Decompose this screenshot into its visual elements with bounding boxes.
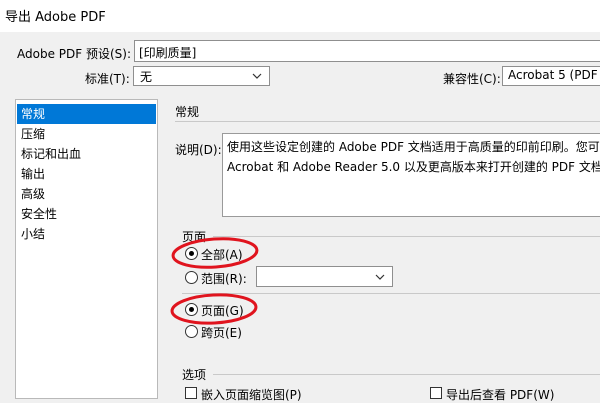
description-label: 说明(D): [175, 143, 222, 157]
chevron-down-icon [375, 274, 385, 280]
general-divider [175, 121, 600, 122]
pages-all-radio[interactable] [185, 247, 198, 260]
category-sidebar: 常规 压缩 标记和出血 输出 高级 安全性 小结 [15, 99, 158, 399]
standard-label: 标准(T): [85, 72, 130, 86]
standard-value: 无 [140, 70, 153, 84]
sidebar-item-summary[interactable]: 小结 [17, 224, 156, 244]
compat-value: Acrobat 5 (PDF [508, 68, 598, 82]
pages-separator [182, 293, 600, 294]
pages-all-label[interactable]: 全部(A) [201, 246, 243, 263]
options-heading: 选项 [182, 368, 207, 382]
standard-select[interactable]: 无 [133, 66, 270, 86]
embed-thumbnails-checkbox[interactable] [185, 387, 197, 399]
spreads-radio[interactable] [185, 325, 198, 338]
sidebar-item-marks-bleeds[interactable]: 标记和出血 [17, 144, 156, 164]
sidebar-item-advanced[interactable]: 高级 [17, 184, 156, 204]
view-after-export-label[interactable]: 导出后查看 PDF(W) [446, 386, 554, 403]
preset-value: [印刷质量] [139, 46, 197, 60]
description-box[interactable]: 使用这些设定创建的 Adobe PDF 文档适用于高质量的印前印刷。您可 Acr… [222, 133, 600, 217]
chevron-down-icon [252, 73, 262, 79]
preset-label: Adobe PDF 预设(S): [17, 47, 131, 61]
pages-range-radio[interactable] [185, 271, 198, 284]
spreads-label[interactable]: 跨页(E) [201, 324, 242, 341]
description-line: 使用这些设定创建的 Adobe PDF 文档适用于高质量的印前印刷。您可 [227, 140, 600, 154]
embed-thumbnails-label[interactable]: 嵌入页面缩览图(P) [201, 386, 302, 403]
general-heading: 常规 [175, 105, 200, 119]
preset-select[interactable]: [印刷质量] [134, 40, 600, 62]
compat-select[interactable]: Acrobat 5 (PDF [502, 66, 600, 86]
pages-range-label[interactable]: 范围(R): [201, 270, 247, 287]
sidebar-item-security[interactable]: 安全性 [17, 204, 156, 224]
pages-divider [213, 236, 600, 237]
pages-heading: 页面 [182, 230, 207, 244]
compat-label: 兼容性(C): [443, 72, 501, 86]
view-after-export-checkbox[interactable] [430, 387, 442, 399]
sidebar-item-compression[interactable]: 压缩 [17, 124, 156, 144]
window-title: 导出 Adobe PDF [5, 10, 106, 25]
pages-option-radio[interactable] [185, 303, 198, 316]
pages-range-select[interactable] [256, 266, 393, 287]
pages-option-label[interactable]: 页面(G) [201, 302, 244, 319]
description-line: Acrobat 和 Adobe Reader 5.0 以及更高版本来打开创建的 … [227, 160, 600, 174]
options-divider [213, 374, 600, 375]
sidebar-item-general[interactable]: 常规 [17, 104, 156, 124]
sidebar-item-output[interactable]: 输出 [17, 164, 156, 184]
